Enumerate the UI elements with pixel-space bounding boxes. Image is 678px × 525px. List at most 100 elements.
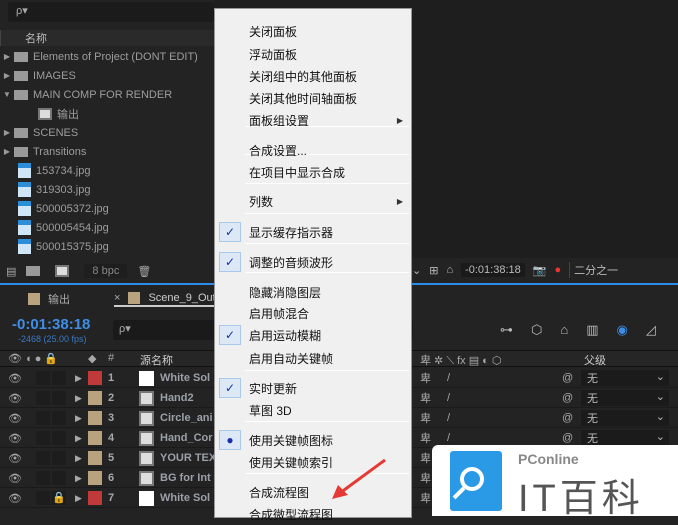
project-item[interactable]: 500005454.jpg <box>0 218 214 237</box>
region-icon[interactable]: ⊞ <box>429 264 438 277</box>
expand-triangle-icon[interactable]: ▶ <box>75 433 82 444</box>
shy-icon[interactable]: ⌂ <box>560 322 568 338</box>
menu-item[interactable]: 启用帧混合 <box>249 304 309 324</box>
collapsed-triangle-icon[interactable]: ▶ <box>0 52 14 61</box>
menu-item[interactable]: 启用运动模糊 <box>249 326 321 346</box>
eye-icon[interactable]: 👁 <box>8 412 22 425</box>
menu-item[interactable]: 显示缓存指示器 <box>249 223 333 243</box>
project-item[interactable]: 500005372.jpg <box>0 199 214 218</box>
pickwhip-icon[interactable]: @ <box>562 412 573 424</box>
viewer-timecode[interactable]: -0:01:38:18 <box>461 263 525 277</box>
label-color[interactable] <box>88 431 102 445</box>
lock-toggle[interactable] <box>52 411 66 425</box>
menu-item[interactable]: 合成流程图 <box>249 483 309 503</box>
collapsed-triangle-icon[interactable]: ▶ <box>0 128 14 137</box>
shy-switch[interactable]: 卑 <box>420 450 431 466</box>
menu-item[interactable]: 使用关键帧图标 <box>249 431 333 451</box>
menu-item[interactable]: 在项目中显示合成 <box>249 163 345 183</box>
project-item[interactable]: 153734.jpg <box>0 161 214 180</box>
motion-blur-icon[interactable]: ◉ <box>617 322 628 338</box>
parent-select[interactable]: 无⌄ <box>581 430 669 446</box>
project-item[interactable]: ▼ MAIN COMP FOR RENDER <box>0 85 214 104</box>
menu-item[interactable]: 关闭其他时间轴面板 <box>249 89 357 109</box>
layer-name[interactable]: Hand_Cor <box>160 432 213 444</box>
lock-toggle[interactable]: 🔒 <box>52 491 66 505</box>
bpc-button[interactable]: 8 bpc <box>84 264 128 278</box>
camera-icon[interactable]: 📷 <box>533 264 547 277</box>
expand-triangle-icon[interactable]: ▶ <box>75 413 82 424</box>
lock-toggle[interactable] <box>52 371 66 385</box>
expand-triangle-icon[interactable]: ▶ <box>75 453 82 464</box>
menu-item[interactable]: 合成设置... <box>249 141 307 161</box>
layer-name[interactable]: White Sol <box>160 372 210 384</box>
menu-item[interactable]: 面板组设置 <box>249 111 309 131</box>
project-column-name[interactable]: 名称 <box>0 30 214 46</box>
menu-item[interactable]: 合成微型流程图 <box>249 505 333 525</box>
collapsed-triangle-icon[interactable]: ▶ <box>0 147 14 156</box>
label-color[interactable] <box>88 491 102 505</box>
shy-switch[interactable]: 卑 <box>420 390 431 406</box>
layer-name[interactable]: Circle_ani <box>160 412 213 424</box>
menu-item[interactable]: 使用关键帧索引 <box>249 453 333 473</box>
lock-toggle[interactable] <box>52 471 66 485</box>
channel-icon[interactable]: ● <box>554 264 561 276</box>
menu-item[interactable]: 关闭面板 <box>249 22 297 42</box>
project-item[interactable]: ▶ Elements of Project (DONT EDIT) <box>0 47 214 66</box>
layer-name[interactable]: Hand2 <box>160 392 194 404</box>
menu-item[interactable]: 实时更新 <box>249 379 297 399</box>
menu-item[interactable]: 隐藏消隐图层 <box>249 283 321 303</box>
flowchart-icon[interactable]: ⊶ <box>500 322 513 338</box>
project-item[interactable]: ▶ IMAGES <box>0 66 214 85</box>
menu-item[interactable]: 浮动面板 <box>249 45 297 65</box>
parent-select[interactable]: 无⌄ <box>581 390 669 406</box>
label-color[interactable] <box>88 451 102 465</box>
interpret-footage-icon[interactable]: ▤ <box>6 265 16 278</box>
shy-switch[interactable]: 卑 <box>420 410 431 426</box>
layer-name[interactable]: BG for Int <box>160 472 211 484</box>
eye-icon[interactable]: 👁 <box>8 392 22 405</box>
eye-icon[interactable]: 👁 <box>8 372 22 385</box>
project-item[interactable]: ▶ Transitions <box>0 142 214 161</box>
lock-toggle[interactable] <box>52 431 66 445</box>
project-item[interactable]: ▶ SCENES <box>0 123 214 142</box>
eye-icon[interactable]: 👁 <box>8 472 22 485</box>
label-color[interactable] <box>88 391 102 405</box>
new-comp-icon[interactable] <box>55 265 70 277</box>
menu-item[interactable]: 草图 3D <box>249 401 292 421</box>
expand-triangle-icon[interactable]: ▶ <box>75 493 82 504</box>
pickwhip-icon[interactable]: @ <box>562 432 573 444</box>
eye-icon[interactable]: 👁 <box>8 432 22 445</box>
label-color[interactable] <box>88 411 102 425</box>
close-icon[interactable]: × <box>114 292 120 304</box>
tab-scene9[interactable]: × Scene_9_Out <box>114 291 216 307</box>
new-folder-icon[interactable] <box>26 266 41 276</box>
pickwhip-icon[interactable]: @ <box>562 372 573 384</box>
parent-select[interactable]: 无⌄ <box>581 370 669 386</box>
frame-blend-icon[interactable]: ▥ <box>586 322 598 338</box>
3d-draft-icon[interactable]: ⬡ <box>531 322 542 338</box>
shy-switch[interactable]: 卑 <box>420 370 431 386</box>
menu-item[interactable]: 调整的音频波形 <box>249 253 333 273</box>
parent-select[interactable]: 无⌄ <box>581 410 669 426</box>
chevron-down-icon[interactable]: ⌄ <box>412 264 421 277</box>
label-color[interactable] <box>88 471 102 485</box>
shy-switch[interactable]: 卑 <box>420 490 431 506</box>
menu-item[interactable]: 关闭组中的其他面板 <box>249 67 357 87</box>
quality-switch[interactable]: / <box>447 412 450 424</box>
expanded-triangle-icon[interactable]: ▼ <box>0 90 14 99</box>
quality-switch[interactable]: / <box>447 392 450 404</box>
resolution-select[interactable]: 二分之一 <box>569 262 618 278</box>
eye-icon[interactable]: 👁 <box>8 452 22 465</box>
shy-switch[interactable]: 卑 <box>420 430 431 446</box>
shy-switch[interactable]: 卑 <box>420 470 431 486</box>
layer-name[interactable]: YOUR TEX <box>160 452 216 464</box>
current-time[interactable]: -0:01:38:18 <box>12 316 90 333</box>
menu-item[interactable]: 列数 <box>249 192 273 212</box>
mask-icon[interactable]: ⌂ <box>446 264 453 276</box>
expand-triangle-icon[interactable]: ▶ <box>75 373 82 384</box>
collapsed-triangle-icon[interactable]: ▶ <box>0 71 14 80</box>
tab-output[interactable]: 输出 <box>28 291 70 307</box>
graph-editor-icon[interactable]: ◿ <box>646 322 656 338</box>
lock-toggle[interactable] <box>52 391 66 405</box>
source-name-header[interactable]: 源名称 <box>140 352 173 368</box>
